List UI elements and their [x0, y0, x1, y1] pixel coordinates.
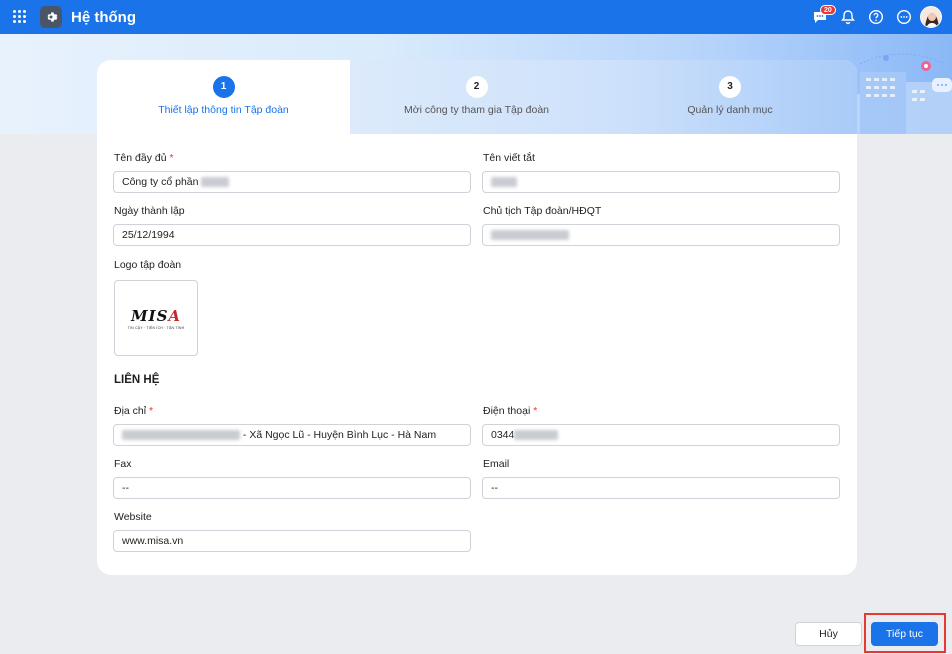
website-label: Website — [114, 511, 152, 523]
redacted-text — [122, 430, 240, 441]
short-name-label: Tên viết tắt — [483, 152, 535, 164]
founded-date-label: Ngày thành lập — [114, 205, 185, 217]
fax-label: Fax — [114, 458, 132, 470]
chairman-label: Chủ tịch Tập đoàn/HĐQT — [483, 205, 602, 217]
redacted-text — [201, 177, 230, 188]
help-icon[interactable] — [868, 9, 884, 25]
full-name-field[interactable]: Công ty cổ phần — [113, 171, 471, 193]
redacted-text — [514, 430, 559, 441]
bell-icon[interactable] — [840, 9, 856, 25]
top-bar: Hệ thống 20 — [0, 0, 952, 34]
step-3-number: 3 — [719, 76, 741, 98]
short-name-field[interactable] — [482, 171, 840, 193]
full-name-label: Tên đầy đủ * — [114, 152, 174, 164]
step-1-label: Thiết lập thông tin Tập đoàn — [158, 104, 289, 116]
website-field[interactable]: www.misa.vn — [113, 530, 471, 552]
step-2-number: 2 — [465, 76, 488, 98]
fax-field[interactable]: -- — [113, 477, 471, 499]
misa-logo: MISA — [130, 306, 182, 325]
required-mark: * — [169, 152, 174, 164]
notification-badge: 20 — [820, 5, 836, 15]
more-icon[interactable] — [896, 9, 912, 25]
cancel-button[interactable]: Hủy — [795, 622, 862, 646]
email-label: Email — [483, 458, 510, 470]
address-field[interactable]: - Xã Ngọc Lũ - Huyện Bình Lục - Hà Nam — [113, 424, 471, 446]
step-3[interactable]: 3 Quản lý danh mục — [603, 60, 857, 134]
chairman-field[interactable] — [482, 224, 840, 246]
logo-upload[interactable]: MISA TIN CẬY · TIỆN ÍCH · TẬN TÌNH — [114, 280, 198, 356]
founded-date-field[interactable]: 25/12/1994 — [113, 224, 471, 246]
redacted-text — [491, 230, 569, 241]
user-avatar[interactable] — [920, 6, 942, 28]
continue-button[interactable]: Tiếp tục — [871, 622, 938, 646]
phone-label: Điện thoại * — [483, 405, 538, 417]
setup-card: 1 Thiết lập thông tin Tập đoàn 2 Mời côn… — [97, 60, 857, 575]
required-mark: * — [149, 405, 154, 417]
stepper: 1 Thiết lập thông tin Tập đoàn 2 Mời côn… — [97, 60, 857, 134]
app-launcher-icon[interactable] — [13, 10, 27, 24]
step-2[interactable]: 2 Mời công ty tham gia Tập đoàn — [350, 60, 603, 134]
settings-gear-icon — [40, 6, 62, 28]
required-mark: * — [533, 405, 538, 417]
phone-field[interactable]: 0344 — [482, 424, 840, 446]
email-field[interactable]: -- — [482, 477, 840, 499]
redacted-text — [491, 177, 517, 188]
step-3-label: Quản lý danh mục — [687, 104, 773, 116]
logo-label: Logo tập đoàn — [114, 259, 182, 271]
app-title: Hệ thống — [71, 9, 136, 26]
step-1[interactable]: 1 Thiết lập thông tin Tập đoàn — [97, 60, 350, 134]
logo-tagline: TIN CẬY · TIỆN ÍCH · TẬN TÌNH — [127, 325, 185, 330]
step-1-number: 1 — [212, 76, 235, 98]
contact-section-title: LIÊN HỆ — [114, 374, 160, 386]
step-2-label: Mời công ty tham gia Tập đoàn — [403, 104, 550, 116]
address-label: Địa chỉ * — [114, 405, 154, 417]
